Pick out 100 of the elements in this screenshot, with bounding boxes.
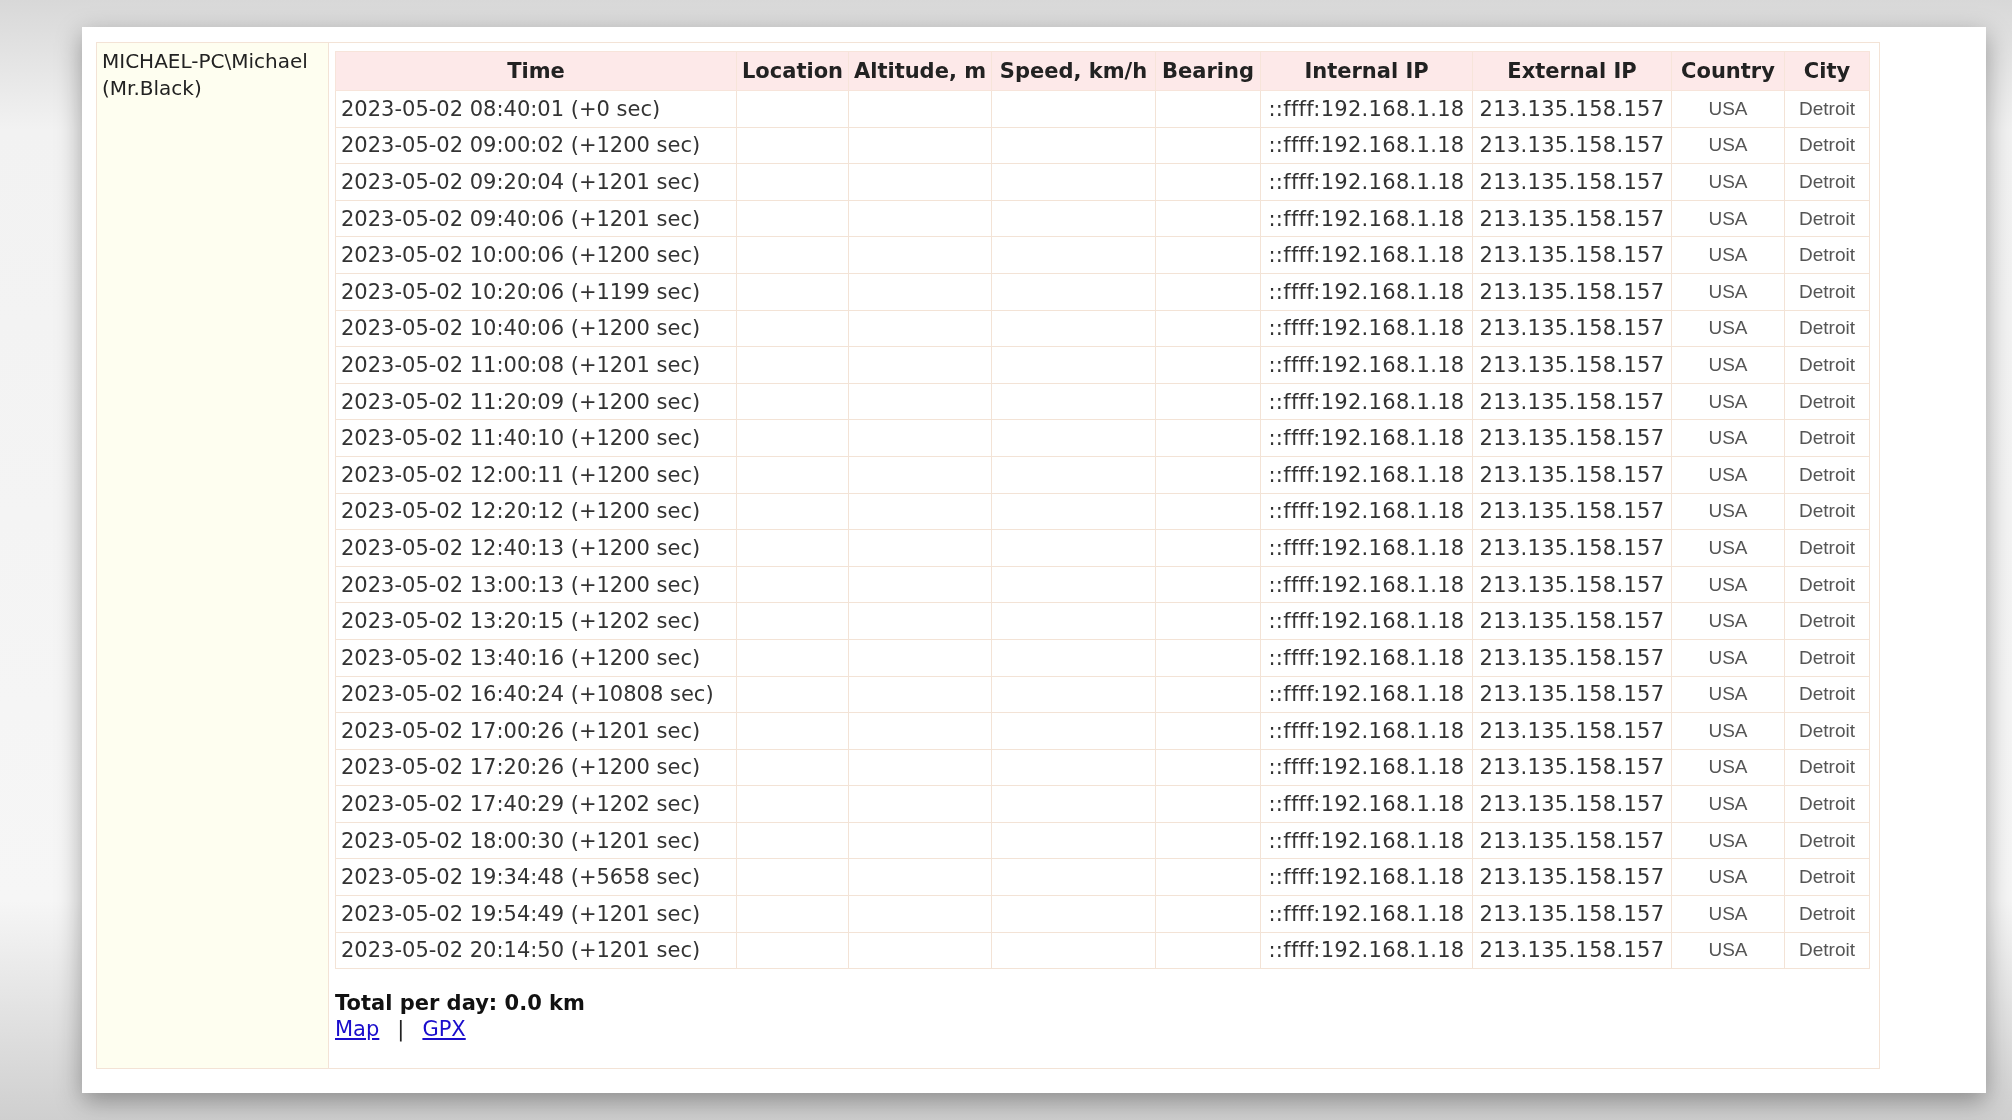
internal-ip-cell: ::ffff:192.168.1.18 <box>1260 419 1473 457</box>
total-per-day: Total per day: 0.0 km <box>335 991 1870 1016</box>
external-ip-cell: 213.135.158.157 <box>1472 749 1672 786</box>
internal-ip-cell: ::ffff:192.168.1.18 <box>1260 932 1473 969</box>
country-cell: USA <box>1671 493 1785 530</box>
country-cell: USA <box>1671 932 1785 969</box>
internal-ip-cell: ::ffff:192.168.1.18 <box>1260 383 1473 420</box>
city-cell: Detroit <box>1784 383 1870 420</box>
country-cell: USA <box>1671 236 1785 274</box>
internal-ip-cell: ::ffff:192.168.1.18 <box>1260 127 1473 164</box>
city-cell: Detroit <box>1784 932 1870 969</box>
country-cell: USA <box>1671 858 1785 896</box>
column-header: Country <box>1671 51 1785 91</box>
city-cell: Detroit <box>1784 822 1870 859</box>
time-cell: 2023-05-02 19:54:49 (+1201 sec) <box>335 895 737 933</box>
external-ip-cell: 213.135.158.157 <box>1472 785 1672 823</box>
external-ip-cell: 213.135.158.157 <box>1472 163 1672 201</box>
internal-ip-cell: ::ffff:192.168.1.18 <box>1260 712 1473 750</box>
column-header: Bearing <box>1155 51 1261 91</box>
internal-ip-cell: ::ffff:192.168.1.18 <box>1260 493 1473 530</box>
external-ip-cell: 213.135.158.157 <box>1472 712 1672 750</box>
time-cell: 2023-05-02 09:00:02 (+1200 sec) <box>335 127 737 164</box>
column-header: Internal IP <box>1260 51 1473 91</box>
city-cell: Detroit <box>1784 566 1870 603</box>
time-cell: 2023-05-02 09:40:06 (+1201 sec) <box>335 200 737 237</box>
external-ip-cell: 213.135.158.157 <box>1472 493 1672 530</box>
city-cell: Detroit <box>1784 785 1870 823</box>
internal-ip-cell: ::ffff:192.168.1.18 <box>1260 566 1473 603</box>
external-ip-cell: 213.135.158.157 <box>1472 383 1672 420</box>
time-cell: 2023-05-02 20:14:50 (+1201 sec) <box>335 932 737 969</box>
city-cell: Detroit <box>1784 90 1870 128</box>
link-separator: | <box>397 1017 405 1042</box>
internal-ip-cell: ::ffff:192.168.1.18 <box>1260 895 1473 933</box>
country-cell: USA <box>1671 822 1785 859</box>
time-cell: 2023-05-02 10:20:06 (+1199 sec) <box>335 273 737 311</box>
time-cell: 2023-05-02 17:20:26 (+1200 sec) <box>335 749 737 786</box>
column-header: Location <box>736 51 849 91</box>
column-header: Time <box>335 51 737 91</box>
internal-ip-cell: ::ffff:192.168.1.18 <box>1260 639 1473 676</box>
city-cell: Detroit <box>1784 236 1870 274</box>
city-cell: Detroit <box>1784 419 1870 457</box>
external-ip-cell: 213.135.158.157 <box>1472 90 1672 128</box>
city-cell: Detroit <box>1784 200 1870 237</box>
external-ip-cell: 213.135.158.157 <box>1472 236 1672 274</box>
export-link[interactable]: Map <box>335 1017 380 1042</box>
time-cell: 2023-05-02 11:40:10 (+1200 sec) <box>335 419 737 457</box>
city-cell: Detroit <box>1784 493 1870 530</box>
external-ip-cell: 213.135.158.157 <box>1472 419 1672 457</box>
column-header: Speed, km/h <box>991 51 1156 91</box>
time-cell: 2023-05-02 16:40:24 (+10808 sec) <box>335 676 737 713</box>
city-cell: Detroit <box>1784 749 1870 786</box>
city-cell: Detroit <box>1784 529 1870 567</box>
external-ip-cell: 213.135.158.157 <box>1472 639 1672 676</box>
external-ip-cell: 213.135.158.157 <box>1472 127 1672 164</box>
time-cell: 2023-05-02 13:20:15 (+1202 sec) <box>335 602 737 640</box>
time-cell: 2023-05-02 09:20:04 (+1201 sec) <box>335 163 737 201</box>
time-cell: 2023-05-02 13:40:16 (+1200 sec) <box>335 639 737 676</box>
time-cell: 2023-05-02 12:20:12 (+1200 sec) <box>335 493 737 530</box>
external-ip-cell: 213.135.158.157 <box>1472 273 1672 311</box>
time-cell: 2023-05-02 19:34:48 (+5658 sec) <box>335 858 737 896</box>
country-cell: USA <box>1671 566 1785 603</box>
time-cell: 2023-05-02 17:00:26 (+1201 sec) <box>335 712 737 750</box>
external-ip-cell: 213.135.158.157 <box>1472 200 1672 237</box>
time-cell: 2023-05-02 12:00:11 (+1200 sec) <box>335 456 737 494</box>
country-cell: USA <box>1671 310 1785 347</box>
city-cell: Detroit <box>1784 676 1870 713</box>
country-cell: USA <box>1671 456 1785 494</box>
time-cell: 2023-05-02 10:40:06 (+1200 sec) <box>335 310 737 347</box>
city-cell: Detroit <box>1784 163 1870 201</box>
internal-ip-cell: ::ffff:192.168.1.18 <box>1260 602 1473 640</box>
city-cell: Detroit <box>1784 639 1870 676</box>
column-header: City <box>1784 51 1870 91</box>
time-cell: 2023-05-02 12:40:13 (+1200 sec) <box>335 529 737 567</box>
internal-ip-cell: ::ffff:192.168.1.18 <box>1260 236 1473 274</box>
time-cell: 2023-05-02 11:00:08 (+1201 sec) <box>335 346 737 384</box>
column-header: Altitude, m <box>848 51 992 91</box>
time-cell: 2023-05-02 10:00:06 (+1200 sec) <box>335 236 737 274</box>
country-cell: USA <box>1671 383 1785 420</box>
country-cell: USA <box>1671 273 1785 311</box>
country-cell: USA <box>1671 785 1785 823</box>
column-header: External IP <box>1472 51 1672 91</box>
city-cell: Detroit <box>1784 602 1870 640</box>
internal-ip-cell: ::ffff:192.168.1.18 <box>1260 822 1473 859</box>
internal-ip-cell: ::ffff:192.168.1.18 <box>1260 273 1473 311</box>
external-ip-cell: 213.135.158.157 <box>1472 676 1672 713</box>
country-cell: USA <box>1671 895 1785 933</box>
time-cell: 2023-05-02 13:00:13 (+1200 sec) <box>335 566 737 603</box>
internal-ip-cell: ::ffff:192.168.1.18 <box>1260 676 1473 713</box>
export-link[interactable]: GPX <box>422 1017 466 1042</box>
external-ip-cell: 213.135.158.157 <box>1472 456 1672 494</box>
city-cell: Detroit <box>1784 858 1870 896</box>
city-cell: Detroit <box>1784 127 1870 164</box>
country-cell: USA <box>1671 163 1785 201</box>
city-cell: Detroit <box>1784 456 1870 494</box>
country-cell: USA <box>1671 712 1785 750</box>
external-ip-cell: 213.135.158.157 <box>1472 346 1672 384</box>
external-ip-cell: 213.135.158.157 <box>1472 895 1672 933</box>
country-cell: USA <box>1671 419 1785 457</box>
time-cell: 2023-05-02 08:40:01 (+0 sec) <box>335 90 737 128</box>
external-ip-cell: 213.135.158.157 <box>1472 858 1672 896</box>
